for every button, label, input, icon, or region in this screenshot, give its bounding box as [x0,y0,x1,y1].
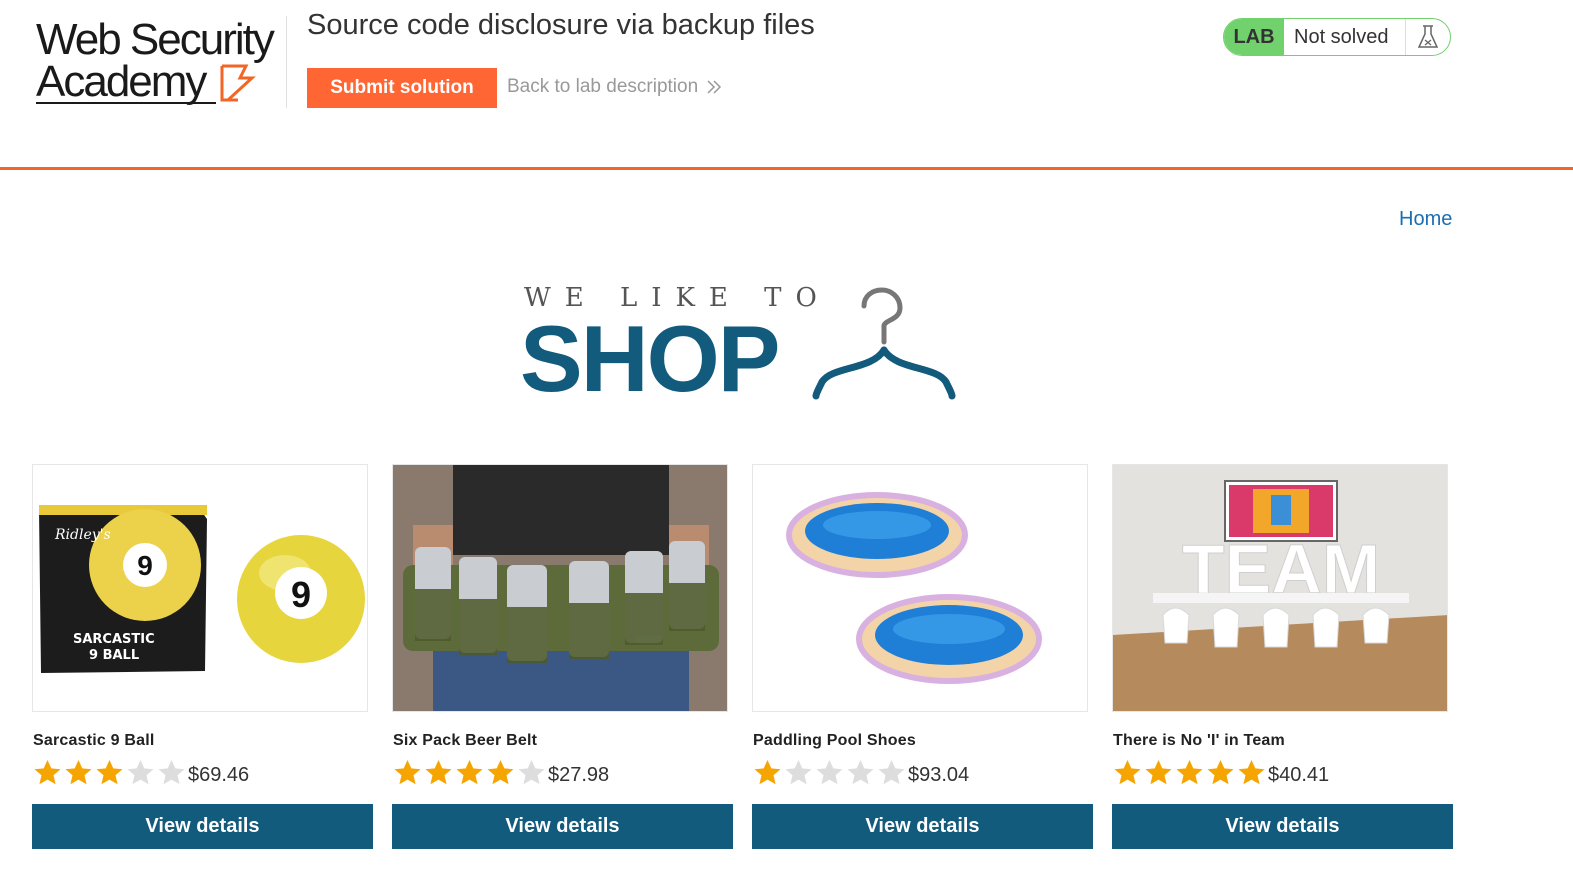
view-details-button[interactable]: View details [752,804,1093,849]
svg-text:Ridley's: Ridley's [54,527,111,543]
star-empty-icon [158,760,185,785]
submit-solution-button[interactable]: Submit solution [307,68,497,108]
back-to-lab-description-link[interactable]: Back to lab description [507,76,722,98]
product-image-sarcastic-9-ball: 9 Ridley's SARCASTIC 9 BALL 9 [32,464,368,712]
lab-title: Source code disclosure via backup files [307,9,815,41]
view-details-button[interactable]: View details [1112,804,1453,849]
star-empty-icon [878,760,905,785]
star-filled-icon [1207,760,1234,785]
shop-hero-banner: WE LIKE TO SHOP [520,280,970,410]
hanger-icon [812,287,956,400]
star-rating [32,758,187,786]
product-price: $69.46 [188,764,250,786]
product-card: 9 Ridley's SARCASTIC 9 BALL 9 Sarcastic … [32,464,374,850]
home-link[interactable]: Home [1399,208,1452,231]
double-chevron-right-icon [707,80,722,94]
star-filled-icon [394,760,421,785]
star-filled-icon [1114,760,1141,785]
star-empty-icon [127,760,154,785]
star-rating [392,758,547,786]
logo-text-line2: Academy [36,57,207,106]
product-image-beer-belt [392,464,728,712]
star-rating [752,758,907,786]
product-price: $40.41 [1268,764,1330,786]
hero-title: SHOP [520,306,780,411]
product-name: Paddling Pool Shoes [753,732,916,749]
svg-text:9: 9 [137,550,153,581]
lab-status-text: Not solved [1284,19,1406,55]
star-rating [1112,758,1267,786]
star-empty-icon [518,760,545,785]
star-empty-icon [847,760,874,785]
logo-text-line1: Web Security [36,15,275,64]
svg-text:9: 9 [291,574,311,615]
view-details-button[interactable]: View details [392,804,733,849]
web-security-academy-logo[interactable]: Web Security Academy [36,16,286,112]
logo-bolt-icon [220,64,256,102]
star-filled-icon [1176,760,1203,785]
star-filled-icon [1145,760,1172,785]
logo-underline [36,102,216,104]
product-price: $93.04 [908,764,970,786]
product-card: Paddling Pool Shoes $93.04 View details [752,464,1094,850]
product-name: Six Pack Beer Belt [393,732,538,749]
star-filled-icon [96,760,123,785]
lab-header: Web Security Academy Source code disclos… [0,0,1573,170]
star-empty-icon [785,760,812,785]
lab-status-widget: LAB Not solved [1223,18,1451,56]
star-filled-icon [456,760,483,785]
star-filled-icon [1238,760,1265,785]
product-name: Sarcastic 9 Ball [33,732,155,749]
view-details-button[interactable]: View details [32,804,373,849]
star-filled-icon [754,760,781,785]
product-image-team: TEAM [1112,464,1448,712]
product-name: There is No 'I' in Team [1113,732,1285,749]
product-card: TEAM There is No 'I' in Team $40.41 View… [1112,464,1454,850]
product-price: $27.98 [548,764,610,786]
star-filled-icon [34,760,61,785]
product-image-pool-shoes [752,464,1088,712]
svg-text:9 BALL: 9 BALL [89,648,139,663]
header-divider [286,16,287,108]
star-filled-icon [65,760,92,785]
product-card: Six Pack Beer Belt $27.98 View details [392,464,734,850]
back-link-label: Back to lab description [507,76,699,97]
lab-status-tag: LAB [1224,19,1284,55]
svg-text:SARCASTIC: SARCASTIC [73,632,155,647]
star-empty-icon [816,760,843,785]
flask-icon [1406,19,1450,55]
star-filled-icon [487,760,514,785]
star-filled-icon [425,760,452,785]
